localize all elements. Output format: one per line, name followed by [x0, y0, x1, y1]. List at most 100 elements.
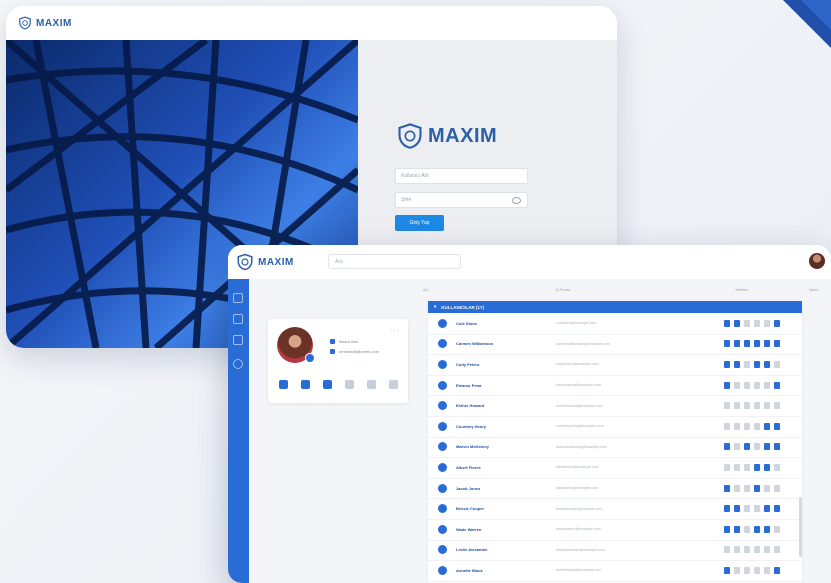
document-icon[interactable]: [734, 525, 740, 533]
document-icon[interactable]: [734, 381, 740, 389]
login-button[interactable]: Giriş Yap: [395, 215, 444, 231]
calendar-icon[interactable]: [764, 463, 770, 471]
user-icon[interactable]: [724, 566, 730, 574]
document-icon[interactable]: [734, 484, 740, 492]
user-icon[interactable]: [724, 443, 730, 451]
document-icon[interactable]: [734, 463, 740, 471]
document-icon[interactable]: [734, 340, 740, 348]
user-icon[interactable]: [724, 360, 730, 368]
contact-icon[interactable]: [774, 319, 780, 327]
user-icon[interactable]: [724, 340, 730, 348]
contact-icon[interactable]: [774, 381, 780, 389]
table-row[interactable]: Marvin McKinney marvinmckinney@example.co…: [428, 437, 802, 459]
list-icon[interactable]: [754, 402, 760, 410]
calendar-icon[interactable]: [764, 319, 770, 327]
contact-icon[interactable]: [774, 463, 780, 471]
camera-icon[interactable]: [305, 353, 315, 363]
brand[interactable]: MAXIM: [18, 16, 72, 30]
document-icon[interactable]: [734, 566, 740, 574]
list-icon[interactable]: [754, 566, 760, 574]
calendar-icon[interactable]: [764, 402, 770, 410]
search-icon[interactable]: [744, 546, 750, 554]
table-row[interactable]: Carmen Williamson carmenwilliamson@exampl…: [428, 334, 802, 356]
search-icon[interactable]: [744, 360, 750, 368]
list-icon[interactable]: [754, 484, 760, 492]
chevron-down-icon[interactable]: ▾: [434, 304, 436, 310]
list-icon[interactable]: [754, 381, 760, 389]
user-icon[interactable]: [724, 546, 730, 554]
contact-icon[interactable]: [774, 566, 780, 574]
username-input[interactable]: Kullanıcı Adı: [395, 168, 528, 184]
calendar-icon[interactable]: [764, 360, 770, 368]
calendar-icon[interactable]: [764, 340, 770, 348]
more-menu-icon[interactable]: ···: [390, 327, 400, 334]
document-icon[interactable]: [298, 377, 313, 392]
document-icon[interactable]: [734, 422, 740, 430]
search-icon[interactable]: [744, 463, 750, 471]
dashboard-icon[interactable]: [233, 293, 243, 303]
list-icon[interactable]: [754, 505, 760, 513]
contact-icon[interactable]: [386, 377, 401, 392]
user-icon[interactable]: [724, 463, 730, 471]
document-icon[interactable]: [734, 360, 740, 368]
calendar-icon[interactable]: [764, 422, 770, 430]
calendar-icon[interactable]: [764, 505, 770, 513]
search-icon[interactable]: [744, 525, 750, 533]
document-icon[interactable]: [233, 335, 243, 345]
document-icon[interactable]: [734, 505, 740, 513]
user-icon[interactable]: [724, 484, 730, 492]
password-input[interactable]: Şifre: [395, 192, 528, 208]
search-icon[interactable]: [320, 377, 335, 392]
calendar-icon[interactable]: [764, 525, 770, 533]
document-icon[interactable]: [734, 402, 740, 410]
table-row[interactable]: Annette Black annetteblack@example.com: [428, 560, 802, 582]
list-icon[interactable]: [754, 319, 760, 327]
eye-icon[interactable]: [512, 197, 521, 204]
calendar-icon[interactable]: [764, 443, 770, 451]
list-icon[interactable]: [754, 360, 760, 368]
calendar-icon[interactable]: [764, 381, 770, 389]
user-icon[interactable]: [724, 381, 730, 389]
contact-icon[interactable]: [774, 360, 780, 368]
user-icon[interactable]: [276, 377, 291, 392]
table-row[interactable]: Bessie Cooper bessiecooper@example.com: [428, 498, 802, 520]
table-row[interactable]: Wade Warren wadewarren@example.com: [428, 519, 802, 541]
table-row[interactable]: Jacob Jones jacobjones@example.com: [428, 478, 802, 500]
search-icon[interactable]: [744, 484, 750, 492]
table-row[interactable]: Cody Peters codypeters@example.com: [428, 354, 802, 376]
list-icon[interactable]: [754, 340, 760, 348]
contact-icon[interactable]: [774, 443, 780, 451]
list-icon[interactable]: [754, 525, 760, 533]
search-icon[interactable]: [744, 402, 750, 410]
user-icon[interactable]: [724, 525, 730, 533]
search-icon[interactable]: [744, 566, 750, 574]
document-icon[interactable]: [734, 319, 740, 327]
document-icon[interactable]: [734, 443, 740, 451]
search-icon[interactable]: [744, 319, 750, 327]
table-row[interactable]: Esther Howard estherhoward@example.com: [428, 395, 802, 417]
user-icon[interactable]: [724, 319, 730, 327]
contact-icon[interactable]: [774, 546, 780, 554]
search-icon[interactable]: [744, 505, 750, 513]
table-row[interactable]: Courtney Henry courtneyhenry@example.com: [428, 416, 802, 438]
user-icon[interactable]: [724, 422, 730, 430]
contact-icon[interactable]: [774, 422, 780, 430]
scrollbar[interactable]: [799, 497, 802, 557]
document-icon[interactable]: [734, 546, 740, 554]
contact-icon[interactable]: [774, 525, 780, 533]
calendar-icon[interactable]: [364, 377, 379, 392]
user-icon[interactable]: [724, 505, 730, 513]
search-icon[interactable]: [744, 340, 750, 348]
settings-icon[interactable]: [233, 359, 243, 369]
avatar[interactable]: [809, 253, 825, 269]
calendar-icon[interactable]: [764, 546, 770, 554]
search-icon[interactable]: [744, 381, 750, 389]
list-icon[interactable]: [754, 443, 760, 451]
search-icon[interactable]: [744, 443, 750, 451]
table-row[interactable]: Albert Flores albertflores@example.com: [428, 457, 802, 479]
list-icon[interactable]: [754, 463, 760, 471]
contact-icon[interactable]: [774, 505, 780, 513]
folder-icon[interactable]: [233, 314, 243, 324]
calendar-icon[interactable]: [764, 566, 770, 574]
table-row[interactable]: Cole Stone colestone@example.com: [428, 313, 802, 335]
